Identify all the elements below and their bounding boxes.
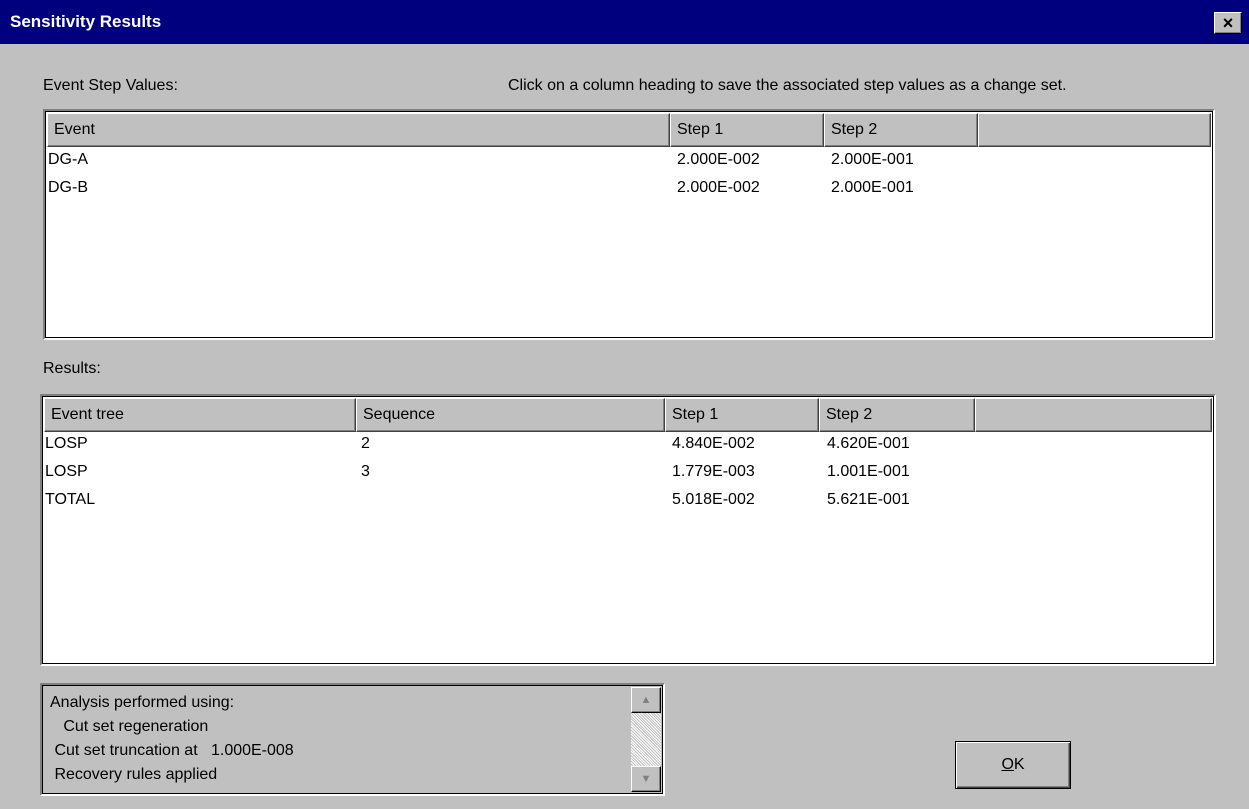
cell-step-2: 1.001E-001 [827, 463, 910, 480]
ok-button-label: OK [1001, 756, 1025, 773]
col-header-event-tree[interactable]: Event tree [44, 398, 356, 432]
col-header-event[interactable]: Event [47, 113, 670, 147]
analysis-line: Cut set regeneration [50, 718, 209, 735]
analysis-line: Analysis performed using: [50, 694, 235, 711]
col-header-step-1[interactable]: Step 1 [665, 398, 819, 432]
cell-event: DG-B [48, 179, 88, 196]
results-header: Event tree Sequence Step 1 Step 2 [44, 398, 1212, 432]
cell-event-tree: TOTAL [45, 491, 96, 508]
cell-event: DG-A [48, 151, 88, 168]
analysis-line: Cut set truncation at 1.000E-008 [50, 742, 294, 759]
event-step-header: Event Step 1 Step 2 [47, 113, 1211, 147]
cell-step-1: 2.000E-002 [677, 179, 760, 196]
window-title: Sensitivity Results [10, 12, 162, 31]
cell-step-1: 1.779E-003 [672, 463, 755, 480]
close-button[interactable]: × [1214, 12, 1242, 34]
table-row[interactable]: LOSP 2 4.840E-002 4.620E-001 [44, 435, 1212, 463]
scroll-down-button[interactable]: ▼ [631, 766, 661, 792]
cell-sequence [360, 491, 671, 519]
close-icon: × [1222, 13, 1234, 33]
table-row[interactable]: DG-B 2.000E-002 2.000E-001 [47, 179, 1211, 207]
table-row[interactable]: DG-A 2.000E-002 2.000E-001 [47, 151, 1211, 179]
table-row[interactable]: TOTAL 5.018E-002 5.621E-001 [44, 491, 1212, 519]
instruction-text: Click on a column heading to save the as… [508, 77, 1067, 94]
col-header-filler [978, 113, 1211, 147]
results-list[interactable]: Event tree Sequence Step 1 Step 2 LOSP 2… [40, 394, 1216, 666]
analysis-scrollbar[interactable]: ▲ ▼ [631, 687, 661, 792]
col-header-step-1[interactable]: Step 1 [670, 113, 824, 147]
arrow-up-icon: ▲ [640, 694, 652, 706]
cell-event-tree: LOSP [45, 435, 88, 452]
col-header-filler [975, 398, 1212, 432]
cell-event-tree: LOSP [45, 463, 88, 480]
arrow-down-icon: ▼ [640, 773, 652, 785]
title-bar: Sensitivity Results × [0, 0, 1249, 44]
cell-step-1: 2.000E-002 [677, 151, 760, 168]
event-step-values-label: Event Step Values: [43, 77, 178, 94]
col-header-step-2[interactable]: Step 2 [819, 398, 975, 432]
event-step-list[interactable]: Event Step 1 Step 2 DG-A 2.000E-002 2.00… [43, 109, 1215, 340]
cell-step-2: 2.000E-001 [831, 151, 914, 168]
analysis-info-box: Analysis performed using: Cut set regene… [40, 683, 665, 796]
scroll-up-button[interactable]: ▲ [631, 687, 661, 713]
cell-step-2: 5.621E-001 [827, 491, 910, 508]
cell-sequence: 2 [361, 435, 370, 452]
cell-step-1: 5.018E-002 [672, 491, 755, 508]
table-row[interactable]: LOSP 3 1.779E-003 1.001E-001 [44, 463, 1212, 491]
col-header-sequence[interactable]: Sequence [356, 398, 665, 432]
results-label: Results: [43, 360, 101, 377]
cell-sequence: 3 [361, 463, 370, 480]
col-header-step-2[interactable]: Step 2 [824, 113, 978, 147]
cell-step-2: 4.620E-001 [827, 435, 910, 452]
analysis-line: Recovery rules applied [50, 766, 218, 783]
ok-button[interactable]: OK [955, 741, 1071, 789]
scroll-track[interactable] [631, 713, 661, 766]
cell-step-1: 4.840E-002 [672, 435, 755, 452]
cell-step-2: 2.000E-001 [831, 179, 914, 196]
